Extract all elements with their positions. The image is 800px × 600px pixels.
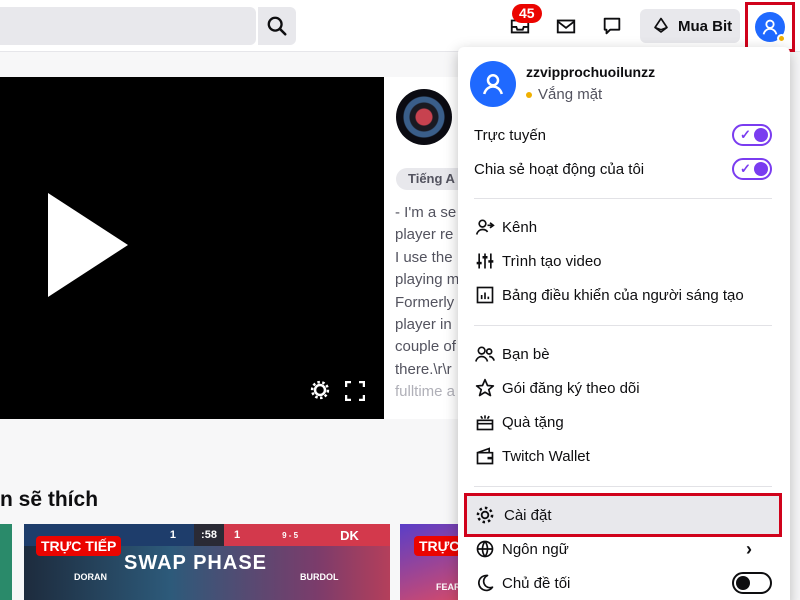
bits-icon [654,17,668,33]
menu-item-wallet[interactable]: Twitch Wallet [474,442,774,470]
top-navigation-bar: 45 Mua Bit [0,0,800,52]
menu-item-label: Bảng điều khiển của người sáng tạo [502,286,744,304]
presence-status: Vắng mặt [526,86,602,103]
description-line: fulltime a [395,383,456,401]
player-name: FEARN [436,582,460,592]
stream-thumbnail[interactable]: 1 :58 19 - 5 DK TRỰC TIẾP SWAP PHASE DORA… [24,524,390,600]
dark-theme-toggle[interactable] [732,572,772,594]
game-phase-text: SWAP PHASE [124,552,267,574]
stream-thumbnail[interactable] [0,524,12,600]
language-tag[interactable]: Tiếng A [396,168,464,190]
avatar [755,12,786,43]
presence-status-label: Vắng mặt [538,86,603,103]
description-line: couple of [395,338,456,356]
player-name: BURDOL [300,572,339,582]
menu-item-channel[interactable]: Kênh [474,213,774,241]
sliders-icon [474,250,496,272]
menu-item-label: Kênh [502,218,538,236]
menu-item-creator-dashboard[interactable]: Bảng điều khiển của người sáng tạo [474,281,774,309]
gift-icon [474,411,496,433]
stream-info-panel: Tiếng A - I'm a se player re I use the p… [384,77,464,419]
check-icon: ✓ [740,127,751,142]
menu-item-dark-theme: Chủ đề tối [474,569,774,597]
channel-avatar[interactable] [396,89,452,145]
user-menu-button[interactable] [745,2,795,52]
chevron-right-icon: › [746,538,752,559]
search-input[interactable] [0,7,256,45]
menu-item-settings[interactable]: Cài đặt [464,493,782,537]
gear-icon [474,504,496,526]
friends-icon [474,343,496,365]
menu-avatar[interactable] [470,61,516,107]
description-line: there.\r\r [395,360,452,378]
moon-icon [474,572,496,594]
away-status-dot [526,91,532,98]
menu-divider [474,486,772,487]
stream-thumbnail[interactable]: TRỰC FEARN [400,524,460,600]
star-icon [474,377,496,399]
channel-icon [474,216,496,238]
menu-item-video-producer[interactable]: Trình tạo video [474,247,774,275]
user-dropdown-menu: zzvipprochuoilunzz Vắng mặt Trực tuyến ✓… [458,47,790,600]
online-toggle[interactable]: ✓ [732,124,772,146]
menu-item-friends[interactable]: Bạn bè [474,340,774,368]
toggle-row-share-activity: Chia sẻ hoạt động của tôi [474,155,774,183]
stream-description: - I'm a se player re I use the playing m… [395,202,464,404]
description-line: player re [395,226,454,244]
menu-item-label: Cài đặt [504,506,552,524]
search-icon [267,16,287,36]
username: zzvipprochuoilunzz [526,64,656,80]
menu-item-gifts[interactable]: Quà tặng [474,408,774,436]
player-settings-icon[interactable] [310,380,330,400]
menu-item-label: Ngôn ngữ [502,540,569,558]
menu-divider [474,325,772,326]
play-icon[interactable] [46,193,128,297]
menu-item-label: Bạn bè [502,345,550,363]
notification-count-badge: 45 [512,4,542,23]
check-icon: ✓ [740,161,751,176]
team-right-score: 19 - 5 DK [224,524,390,546]
search-button[interactable] [258,7,296,45]
menu-item-label: Twitch Wallet [502,447,590,465]
wallet-icon [474,445,496,467]
chat-button[interactable] [596,10,628,42]
menu-divider [474,198,772,199]
globe-icon [474,538,496,560]
description-line: player in [395,316,452,334]
buy-bits-label: Mua Bit [678,17,733,35]
recommended-section-title: n sẽ thích [0,488,99,511]
mail-icon [556,19,576,34]
description-line: I use the [395,248,453,266]
menu-item-label: Gói đăng ký theo dõi [502,379,640,397]
menu-item-label: Quà tặng [502,413,564,431]
toggle-label: Chia sẻ hoạt động của tôi [474,160,645,178]
user-icon [483,74,503,95]
description-line: Formerly [395,293,455,311]
fullscreen-icon[interactable] [345,381,365,401]
dashboard-icon [474,284,496,306]
whispers-button[interactable] [550,10,582,42]
status-dot [777,34,786,43]
toggle-row-online: Trực tuyến [474,121,774,149]
menu-item-language[interactable]: Ngôn ngữ › [474,535,774,563]
buy-bits-button[interactable]: Mua Bit [640,9,740,43]
menu-item-label: Chủ đề tối [502,574,571,592]
menu-item-subscriptions[interactable]: Gói đăng ký theo dõi [474,374,774,402]
description-line: - I'm a se [395,204,457,221]
menu-item-label: Trình tạo video [502,252,602,270]
toggle-label: Trực tuyến [474,126,547,144]
live-badge: TRỰC TIẾP [36,536,122,556]
player-name: DORAN [74,572,107,582]
chat-bubble-icon [603,17,621,35]
game-timer: :58 [194,524,224,546]
share-activity-toggle[interactable]: ✓ [732,158,772,180]
description-line: playing m [395,271,460,289]
live-badge: TRỰC [414,536,460,556]
